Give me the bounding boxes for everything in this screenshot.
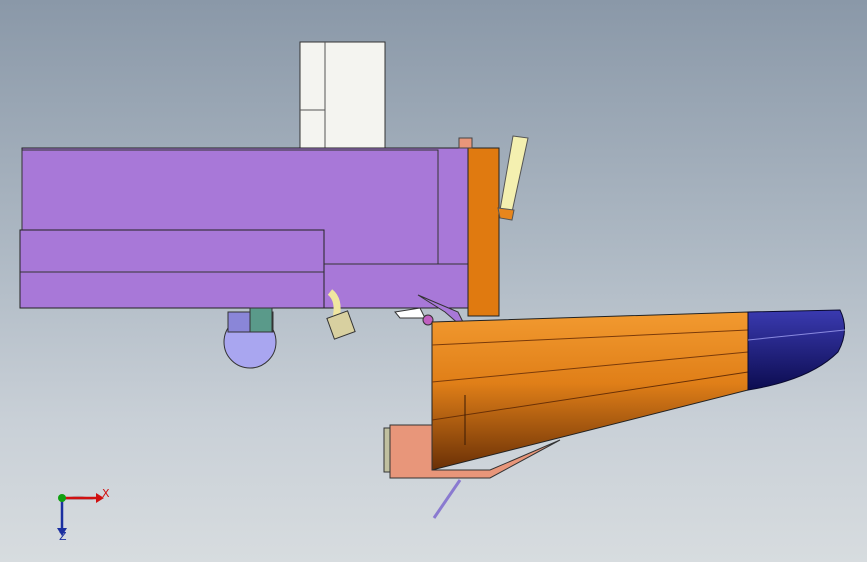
axis-z-label: Z	[59, 530, 67, 543]
tower-block[interactable]	[299, 41, 386, 149]
roller-motor[interactable]	[223, 307, 277, 369]
navy-bow[interactable]	[747, 309, 846, 391]
probe[interactable]	[432, 479, 462, 519]
purple-frame[interactable]	[19, 147, 471, 309]
cad-viewport[interactable]: X Z	[0, 0, 867, 562]
yellow-arm[interactable]	[497, 135, 529, 221]
axis-x-label: X	[102, 487, 110, 500]
orange-hull[interactable]	[431, 311, 749, 471]
y-axis-dot	[58, 494, 66, 502]
model-canvas[interactable]	[0, 0, 867, 562]
